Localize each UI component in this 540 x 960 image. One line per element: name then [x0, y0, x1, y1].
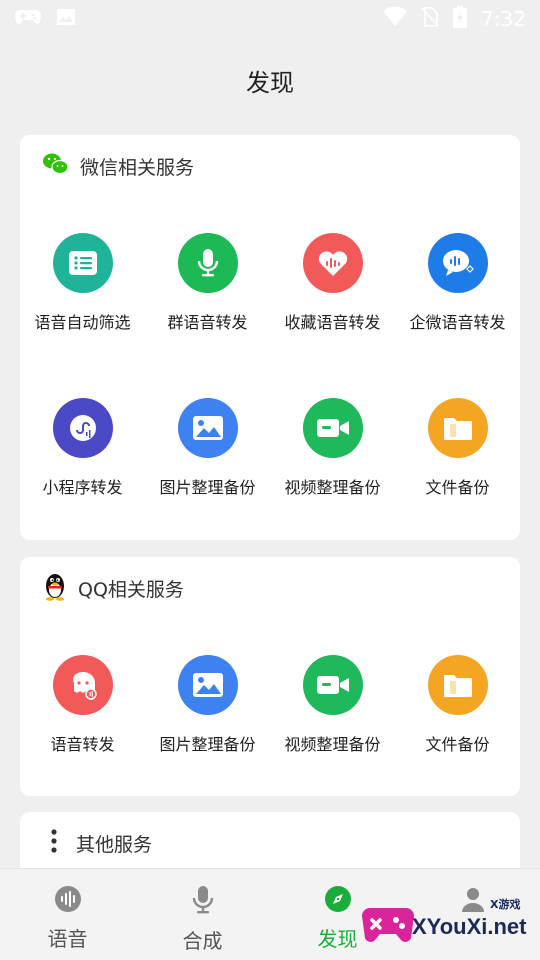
service-video-backup[interactable]: 视频整理备份	[270, 398, 395, 508]
service-file-backup[interactable]: 文件备份	[395, 398, 520, 508]
qq-card-header: QQ相关服务	[42, 573, 184, 603]
video-icon	[302, 398, 363, 458]
other-card-title: 其他服务	[76, 833, 153, 856]
service-qq-video-backup[interactable]: 视频整理备份	[270, 655, 395, 765]
gamepad-icon	[14, 7, 42, 31]
nav-label: 语音	[47, 927, 88, 951]
folder-icon	[427, 655, 488, 715]
picture-icon	[177, 655, 238, 715]
work-chat-icon	[427, 233, 488, 293]
service-wecom-voice-forward[interactable]: 企微语音转发	[395, 233, 520, 343]
service-label: 语音自动筛选	[34, 313, 131, 332]
service-label: 群语音转发	[167, 313, 248, 332]
service-favorite-voice-forward[interactable]: 收藏语音转发	[270, 233, 395, 343]
picture-icon	[177, 398, 238, 458]
folder-icon	[427, 398, 488, 458]
watermark-text: XYouXi.net	[412, 914, 527, 939]
service-voice-auto-filter[interactable]: 语音自动筛选	[20, 233, 145, 343]
qq-card-title: QQ相关服务	[78, 578, 184, 601]
service-label: 视频整理备份	[284, 735, 381, 754]
service-label: 语音转发	[50, 735, 115, 754]
service-label: 图片整理备份	[159, 478, 256, 497]
page-title: 发现	[246, 68, 294, 97]
more-vertical-icon	[42, 827, 66, 859]
service-qq-image-backup[interactable]: 图片整理备份	[145, 655, 270, 765]
watermark-logo: X游戏 XYouXi.net	[362, 890, 532, 950]
gamepad-logo-icon	[362, 908, 414, 942]
qq-penguin-icon	[42, 571, 68, 605]
wechat-card-title: 微信相关服务	[80, 156, 195, 179]
qq-services-card: QQ相关服务 语音转发 图片整理备份 视频整理备份 文件备份	[20, 557, 520, 796]
service-qq-voice-forward[interactable]: 语音转发	[20, 655, 145, 765]
status-bar: 7:32	[0, 0, 540, 38]
service-label: 收藏语音转发	[284, 313, 381, 332]
app-screen: 7:32 发现 微信相关服务 语音自动筛选 群语音转发 收藏语音转发 企微语音转…	[0, 0, 540, 960]
wifi-icon	[383, 6, 408, 31]
voice-bubble-icon	[52, 655, 113, 715]
heart-icon	[302, 233, 363, 293]
wechat-card-header: 微信相关服务	[42, 151, 194, 181]
voice-wave-icon	[54, 885, 82, 917]
mini-program-icon	[52, 398, 113, 458]
service-label: 文件备份	[425, 478, 490, 497]
other-card-header: 其他服务	[42, 828, 152, 858]
status-time: 7:32	[481, 7, 526, 31]
service-label: 视频整理备份	[284, 478, 381, 497]
watermark-small-text: X游戏	[490, 898, 521, 911]
nav-voice[interactable]: 语音	[0, 869, 135, 960]
list-icon	[52, 233, 113, 293]
service-label: 文件备份	[425, 735, 490, 754]
service-mini-program-forward[interactable]: 小程序转发	[20, 398, 145, 508]
service-label: 企微语音转发	[409, 313, 506, 332]
video-icon	[302, 655, 363, 715]
battery-icon	[453, 6, 468, 32]
wechat-services-card: 微信相关服务 语音自动筛选 群语音转发 收藏语音转发 企微语音转发 小程序转发 …	[20, 135, 520, 540]
no-sim-icon	[421, 7, 439, 31]
microphone-outline-icon	[189, 885, 217, 919]
nav-label: 发现	[317, 927, 358, 951]
service-image-backup[interactable]: 图片整理备份	[145, 398, 270, 508]
image-icon	[56, 7, 76, 31]
compass-icon	[324, 885, 352, 917]
microphone-icon	[177, 233, 238, 293]
service-label: 图片整理备份	[159, 735, 256, 754]
nav-synthesis[interactable]: 合成	[135, 869, 270, 960]
service-group-voice-forward[interactable]: 群语音转发	[145, 233, 270, 343]
header: 发现	[0, 38, 540, 122]
service-label: 小程序转发	[42, 478, 123, 497]
service-qq-file-backup[interactable]: 文件备份	[395, 655, 520, 765]
wechat-icon	[42, 152, 70, 180]
nav-label: 合成	[182, 929, 223, 953]
